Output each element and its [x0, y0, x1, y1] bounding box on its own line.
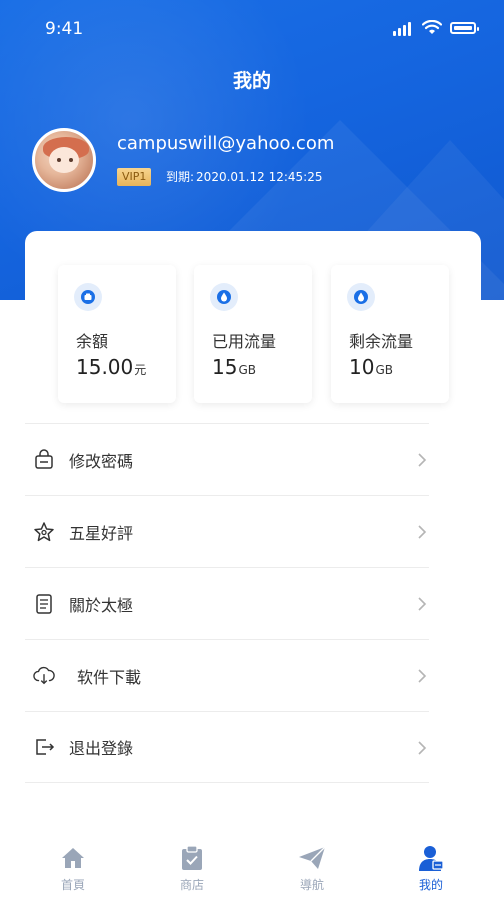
- battery-icon: [450, 22, 479, 34]
- cellular-signal-icon: [393, 22, 411, 36]
- stat-remaining-traffic[interactable]: 剩余流量 10GB: [331, 265, 449, 403]
- expire-value: 2020.01.12 12:45:25: [196, 170, 323, 184]
- page-title: 我的: [232, 70, 271, 92]
- star-icon: [33, 521, 55, 543]
- water-drop-icon: [210, 283, 238, 311]
- menu-item-software-download[interactable]: 软件下載: [25, 639, 429, 711]
- chevron-right-icon: [418, 741, 427, 755]
- user-email: campuswill@yahoo.com: [117, 133, 335, 154]
- wallet-icon: [74, 283, 102, 311]
- stat-used-traffic[interactable]: 已用流量 15GB: [194, 265, 312, 403]
- expire-info: 到期: 2020.01.12 12:45:25: [166, 168, 322, 186]
- stat-balance[interactable]: 余額 15.00元: [58, 265, 176, 403]
- menu-item-about[interactable]: 關於太極: [25, 567, 429, 639]
- status-time: 9:41: [45, 19, 84, 39]
- avatar[interactable]: [32, 128, 96, 192]
- tab-store[interactable]: 商店: [152, 844, 232, 893]
- clipboard-icon: [152, 844, 232, 872]
- menu-item-change-password[interactable]: 修改密碼: [25, 423, 429, 495]
- tab-label: 我的: [418, 878, 443, 892]
- chevron-right-icon: [418, 597, 427, 611]
- stat-value: 15.00元: [76, 355, 147, 379]
- stat-label: 余額: [76, 332, 109, 351]
- menu-item-label: 五星好評: [69, 523, 134, 543]
- chevron-right-icon: [418, 525, 427, 539]
- tab-navigation[interactable]: 導航: [272, 844, 352, 893]
- tab-label: 首頁: [60, 878, 85, 892]
- menu-item-label: 软件下載: [77, 667, 142, 687]
- tab-profile[interactable]: 我的: [391, 844, 471, 893]
- stat-value: 15GB: [212, 355, 256, 379]
- user-icon: [391, 844, 471, 872]
- cloud-download-icon: [33, 665, 55, 687]
- tab-label: 商店: [179, 878, 204, 892]
- water-drop-icon: [347, 283, 375, 311]
- paper-plane-icon: [272, 844, 352, 872]
- wifi-icon: [422, 20, 442, 34]
- document-icon: [33, 593, 55, 615]
- bottom-tab-bar: 首頁 商店 導航 我的: [0, 832, 504, 900]
- settings-menu: 修改密碼 五星好評 關於太極 软件下載 退出登錄: [25, 423, 429, 783]
- vip-badge: VIP1: [117, 168, 152, 186]
- tab-label: 導航: [299, 878, 324, 892]
- menu-item-label: 退出登錄: [69, 739, 134, 758]
- chevron-right-icon: [418, 453, 427, 467]
- stat-value: 10GB: [349, 355, 393, 379]
- lock-icon: [33, 448, 55, 471]
- chevron-right-icon: [418, 669, 427, 683]
- status-bar: 9:41: [0, 0, 504, 60]
- menu-item-logout[interactable]: 退出登錄: [25, 711, 429, 783]
- logout-icon: [33, 736, 55, 758]
- home-icon: [33, 844, 113, 872]
- menu-item-five-star-review[interactable]: 五星好評: [25, 495, 429, 567]
- expire-label: 到期:: [166, 170, 195, 184]
- tab-home[interactable]: 首頁: [33, 844, 113, 893]
- stat-label: 剩余流量: [349, 332, 414, 351]
- menu-item-label: 修改密碼: [69, 451, 134, 471]
- menu-item-label: 關於太極: [69, 595, 134, 615]
- stat-label: 已用流量: [212, 332, 277, 351]
